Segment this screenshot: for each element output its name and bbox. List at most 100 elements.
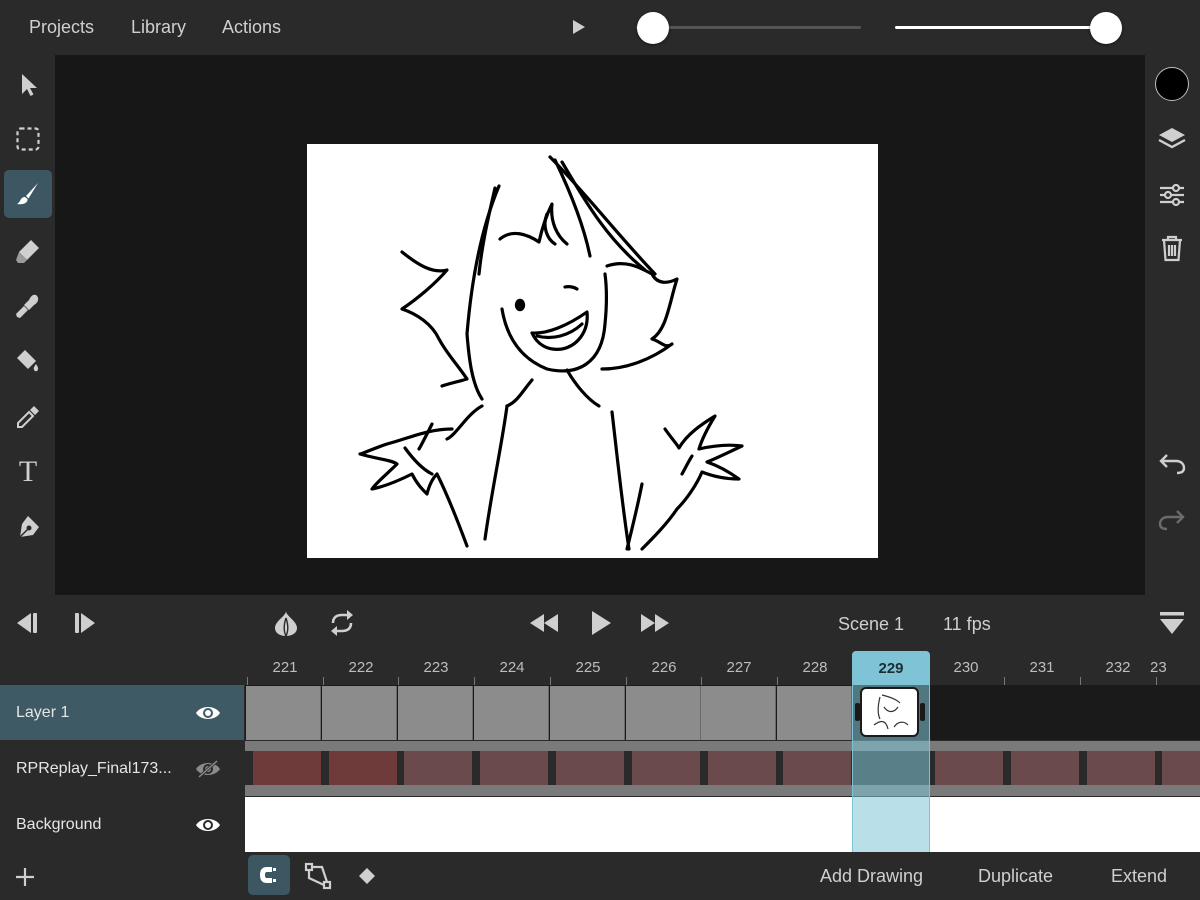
brush-size-knob[interactable] (637, 12, 669, 44)
actions-menu[interactable]: Actions (222, 17, 281, 38)
magnet-icon (260, 867, 277, 883)
fps-label[interactable]: 11 fps (943, 614, 991, 635)
opacity-slider[interactable] (895, 26, 1105, 29)
drawing-cell[interactable] (474, 686, 549, 740)
thumbnail-right-handle[interactable] (920, 703, 925, 721)
duplicate-button[interactable]: Duplicate (978, 866, 1053, 887)
delete-button[interactable] (1152, 228, 1192, 268)
frame-number[interactable]: 225 (550, 659, 626, 676)
preview-play-button[interactable] (571, 18, 587, 36)
eye-icon[interactable] (194, 702, 222, 724)
snap-button[interactable] (248, 855, 290, 895)
eraser-tool[interactable] (4, 227, 52, 275)
drawing-cell[interactable] (701, 686, 776, 740)
layers-icon (1158, 128, 1186, 149)
video-frame-cell[interactable] (253, 751, 321, 785)
eyedropper-tool[interactable] (4, 393, 52, 441)
opacity-knob[interactable] (1090, 12, 1122, 44)
video-frame-cell[interactable] (632, 751, 700, 785)
keyframe-button[interactable] (356, 865, 378, 887)
undo-button[interactable] (1152, 442, 1192, 482)
frame-number[interactable]: 231 (1004, 659, 1080, 676)
projects-menu[interactable]: Projects (29, 17, 94, 38)
frame-number[interactable]: 228 (777, 659, 853, 676)
marquee-tool[interactable] (4, 115, 52, 163)
current-frame-number: 229 (878, 659, 904, 677)
ruler-tick (1156, 677, 1157, 685)
brush-tool[interactable] (4, 170, 52, 218)
drawing-canvas[interactable] (307, 144, 878, 558)
eye-icon[interactable] (194, 814, 222, 836)
color-swatch-button[interactable] (1155, 67, 1189, 101)
onion-skin-button[interactable] (266, 603, 306, 643)
video-frame-cell[interactable] (1011, 751, 1079, 785)
frame-number[interactable]: 23 (1142, 659, 1200, 676)
play-button[interactable] (581, 603, 621, 643)
frame-number[interactable]: 223 (398, 659, 474, 676)
frame-number[interactable]: 221 (247, 659, 323, 676)
sketch-drawing (358, 155, 744, 551)
current-frame-marker[interactable]: 229 (852, 651, 930, 685)
drawing-cell[interactable] (398, 686, 473, 740)
frame-number[interactable]: 227 (701, 659, 777, 676)
ruler-tick (1004, 677, 1005, 685)
extend-button[interactable]: Extend (1111, 866, 1167, 887)
video-frame-cell[interactable] (1087, 751, 1155, 785)
frame-number[interactable]: 226 (626, 659, 702, 676)
layer-row-rpreplay[interactable]: RPReplay_Final173... (0, 742, 244, 796)
step-forward-icon (75, 613, 95, 633)
fill-tool[interactable] (4, 337, 52, 385)
next-frame-button[interactable] (64, 603, 104, 643)
text-tool[interactable]: T (4, 448, 52, 496)
drawing-cell[interactable] (322, 686, 397, 740)
video-frame-cell[interactable] (1162, 751, 1200, 785)
fast-forward-button[interactable] (635, 603, 675, 643)
frame-number[interactable]: 222 (323, 659, 399, 676)
library-menu[interactable]: Library (131, 17, 186, 38)
video-frame-cell[interactable] (935, 751, 1003, 785)
brush-size-slider[interactable] (636, 26, 861, 29)
ruler-tick (626, 677, 627, 685)
collapse-timeline-button[interactable] (1152, 603, 1192, 643)
ruler-tick (247, 677, 248, 685)
frame-number[interactable]: 230 (928, 659, 1004, 676)
layers-button[interactable] (1152, 120, 1192, 160)
ruler-tick (777, 677, 778, 685)
smudge-icon (16, 294, 39, 318)
smudge-tool[interactable] (4, 282, 52, 330)
adjustments-button[interactable] (1152, 175, 1192, 215)
loop-button[interactable] (322, 603, 362, 643)
layer-row-layer-1[interactable]: Layer 1 (0, 685, 244, 740)
video-frame-cell[interactable] (783, 751, 851, 785)
drawing-cell[interactable] (626, 686, 701, 740)
background-track[interactable] (245, 797, 1200, 852)
current-drawing-thumbnail[interactable] (860, 687, 919, 737)
plus-icon (16, 868, 34, 886)
thumbnail-left-handle[interactable] (855, 703, 860, 721)
layer-row-background[interactable]: Background (0, 797, 244, 852)
add-drawing-button[interactable]: Add Drawing (820, 866, 923, 887)
layer-name: Background (16, 815, 102, 833)
motion-path-button[interactable] (302, 860, 334, 892)
undo-icon (1159, 454, 1186, 475)
video-frame-cell[interactable] (708, 751, 776, 785)
dashed-square-icon (16, 127, 40, 151)
layer-name: Layer 1 (16, 703, 70, 721)
drawing-cell[interactable] (246, 686, 321, 740)
frame-number[interactable]: 224 (474, 659, 550, 676)
rewind-button[interactable] (524, 603, 564, 643)
drawing-cell[interactable] (550, 686, 625, 740)
redo-button[interactable] (1152, 498, 1192, 538)
select-tool[interactable] (4, 61, 52, 109)
eye-hidden-icon[interactable] (194, 758, 222, 780)
video-frame-cell[interactable] (404, 751, 472, 785)
scene-label[interactable]: Scene 1 (838, 614, 904, 635)
drawing-cell[interactable] (777, 686, 852, 740)
pen-nib-icon (19, 516, 39, 538)
video-frame-cell[interactable] (480, 751, 548, 785)
video-frame-cell[interactable] (329, 751, 397, 785)
add-layer-button[interactable] (12, 864, 38, 890)
pen-tool[interactable] (4, 503, 52, 551)
previous-frame-button[interactable] (6, 603, 46, 643)
video-frame-cell[interactable] (556, 751, 624, 785)
